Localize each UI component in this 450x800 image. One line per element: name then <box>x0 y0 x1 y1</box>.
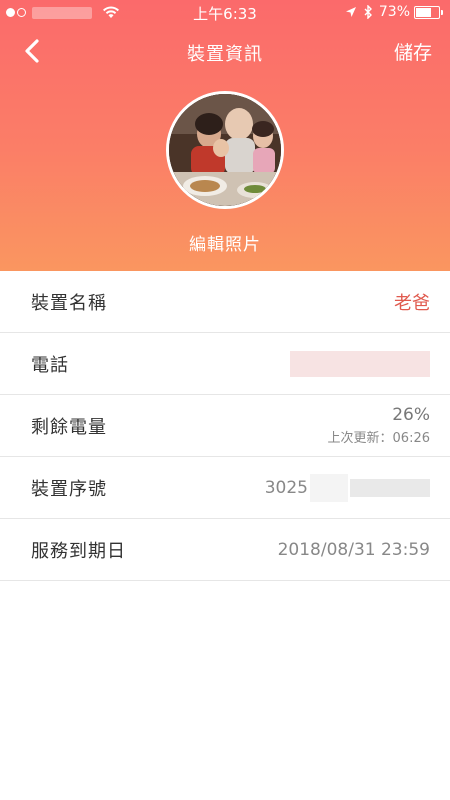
device-info-list: 裝置名稱 老爸 電話 剩餘電量 26% 上次更新：06:26 裝置序號 3025… <box>0 271 450 581</box>
battery-fill <box>416 7 431 17</box>
phone-label: 電話 <box>31 354 69 376</box>
redacted-block <box>310 473 348 502</box>
row-battery: 剩餘電量 26% 上次更新：06:26 <box>0 395 450 457</box>
row-service-expiry: 服務到期日 2018/08/31 23:59 <box>0 519 450 581</box>
serial-prefix: 3025 <box>264 477 308 498</box>
serial-label: 裝置序號 <box>31 478 107 500</box>
save-button[interactable]: 儲存 <box>394 38 432 65</box>
service-expiry-label: 服務到期日 <box>31 540 126 562</box>
header: 上午6:33 73% 裝置資訊 儲存 編輯照片 <box>0 0 450 271</box>
phone-value-redacted[interactable] <box>290 350 430 377</box>
battery-percent: 73% <box>378 4 410 20</box>
status-bar: 上午6:33 73% <box>0 0 450 26</box>
avatar-photo <box>169 94 281 206</box>
battery-percent-value: 26% <box>392 405 430 425</box>
battery-value: 26% 上次更新：06:26 <box>328 405 430 446</box>
bluetooth-icon <box>364 5 372 19</box>
serial-value: 3025 <box>264 473 430 502</box>
avatar[interactable] <box>166 91 284 209</box>
row-device-name[interactable]: 裝置名稱 老爸 <box>0 271 450 333</box>
redacted-block <box>350 478 430 497</box>
row-phone[interactable]: 電話 <box>0 333 450 395</box>
device-name-value[interactable]: 老爸 <box>394 289 430 315</box>
battery-label: 剩餘電量 <box>31 416 107 438</box>
battery-icon <box>414 5 443 19</box>
service-expiry-value: 2018/08/31 23:59 <box>277 539 430 560</box>
row-serial: 裝置序號 3025 <box>0 457 450 519</box>
redacted-block <box>290 350 430 377</box>
location-arrow-icon <box>345 7 356 17</box>
edit-photo-button[interactable]: 編輯照片 <box>0 230 450 255</box>
battery-last-update: 上次更新：06:26 <box>327 431 430 446</box>
status-right: 73% <box>345 4 443 20</box>
page-title: 裝置資訊 <box>187 44 263 65</box>
device-name-label: 裝置名稱 <box>31 292 107 314</box>
